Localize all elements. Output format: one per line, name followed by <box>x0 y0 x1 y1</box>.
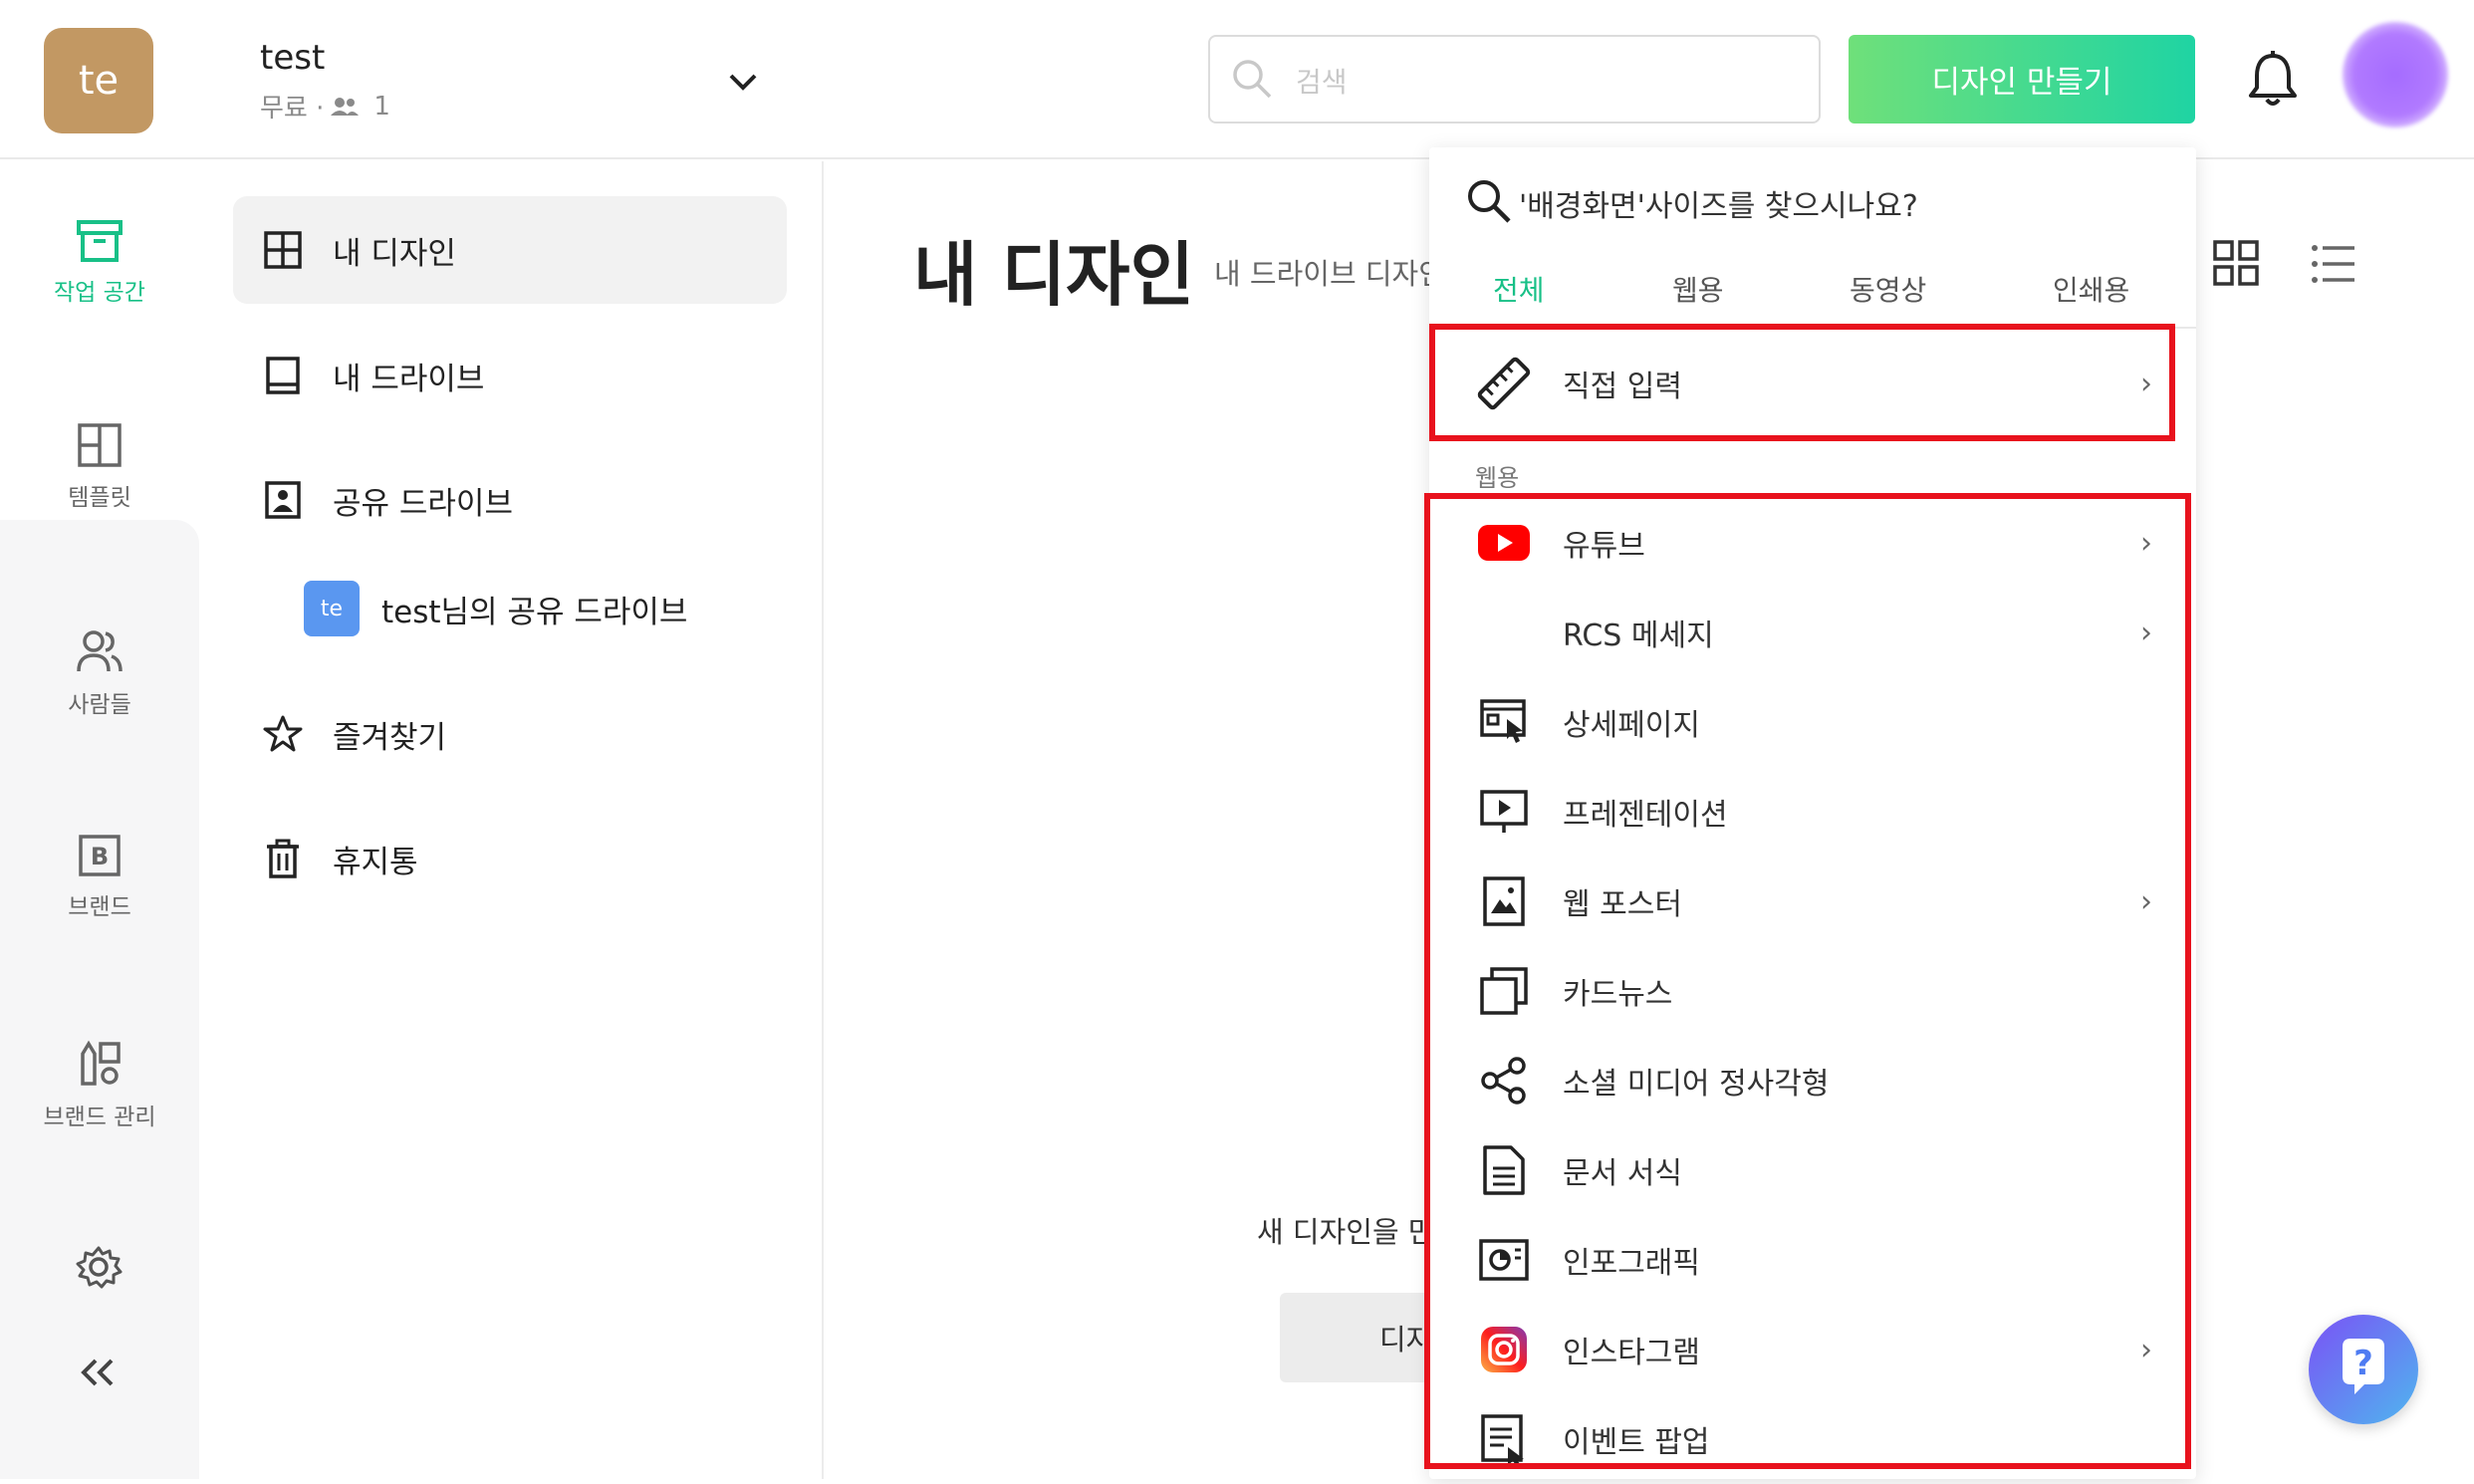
shared-drive-icon <box>265 481 301 519</box>
rail-label: 브랜드 <box>68 894 131 920</box>
help-chat-button[interactable]: ? <box>2309 1315 2418 1424</box>
list-view-icon[interactable] <box>2311 243 2356 285</box>
sidebar-divider <box>822 161 824 1479</box>
section-label-web: 웹용 <box>1475 464 1520 492</box>
highlight-box-web-list <box>1424 493 2191 1469</box>
rail-item-brand[interactable]: B 브랜드 <box>0 834 199 921</box>
tab-video[interactable]: 동영상 <box>1850 269 1926 309</box>
nav-item-my-designs[interactable]: 내 디자인 <box>233 196 787 304</box>
star-icon <box>263 715 303 752</box>
search-input[interactable]: 검색 <box>1208 35 1821 124</box>
rail-label: 브랜드 관리 <box>43 1105 156 1130</box>
dropdown-search[interactable]: '배경화면'사이즈를 찾으시나요? <box>1429 147 2196 253</box>
people-icon <box>77 630 123 672</box>
help-label: ? <box>2353 1344 2373 1383</box>
left-rail: 작업 공간 템플릿 사람들 B 브랜드 브랜드 관리 <box>0 161 199 1479</box>
nav-item-my-drive[interactable]: 내 드라이브 <box>233 322 787 429</box>
brand-b-icon: B <box>79 835 121 876</box>
rail-label: 작업 공간 <box>54 280 145 306</box>
tab-web[interactable]: 웹용 <box>1672 269 1724 309</box>
rail-item-brand-manage[interactable]: 브랜드 관리 <box>0 1040 199 1131</box>
svg-text:B: B <box>91 843 109 870</box>
trash-icon <box>267 839 299 878</box>
brand-manage-icon <box>81 1040 121 1086</box>
tab-all[interactable]: 전체 <box>1493 269 1545 309</box>
rail-item-workspace[interactable]: 작업 공간 <box>0 219 199 307</box>
nav-label: 내 드라이브 <box>333 361 485 397</box>
search-placeholder: 검색 <box>1296 66 1348 99</box>
grid-view-icon[interactable] <box>2212 239 2260 287</box>
rail-item-people[interactable]: 사람들 <box>0 627 199 719</box>
user-avatar[interactable] <box>2343 22 2448 127</box>
team-avatar[interactable]: te <box>44 28 153 133</box>
tab-print[interactable]: 인쇄용 <box>2053 269 2129 309</box>
collapse-icon[interactable] <box>78 1357 118 1388</box>
chevron-down-icon[interactable] <box>723 62 763 102</box>
team-meta: 무료 · 1 <box>260 88 390 124</box>
shared-drive-avatar: te <box>304 581 360 636</box>
highlight-box-custom <box>1429 324 2175 441</box>
search-icon <box>1468 180 1511 223</box>
search-icon <box>1233 60 1272 99</box>
layout-icon <box>264 231 302 269</box>
nav-item-test-shared-drive[interactable]: te test님의 공유 드라이브 <box>304 581 687 636</box>
page-title: 내 디자인 <box>913 234 1194 316</box>
members-icon <box>331 97 360 116</box>
nav-label: 즐겨찾기 <box>333 719 447 756</box>
nav-label: 휴지통 <box>333 844 418 880</box>
rail-label: 사람들 <box>68 692 131 718</box>
nav-item-trash[interactable]: 휴지통 <box>233 805 787 912</box>
create-design-button[interactable]: 디자인 만들기 <box>1849 35 2195 124</box>
nav-label: 공유 드라이브 <box>333 485 513 522</box>
team-member-count: 1 <box>373 91 390 122</box>
nav-item-favorites[interactable]: 즐겨찾기 <box>233 680 787 788</box>
rail-label: 템플릿 <box>68 485 131 511</box>
nav-label: 내 디자인 <box>333 235 456 272</box>
help-icon: ? <box>2343 1339 2384 1394</box>
page-subtitle: 내 드라이브 디자인 <box>1214 257 1433 291</box>
team-name[interactable]: test <box>260 38 325 78</box>
team-plan: 무료 · <box>260 94 325 124</box>
layout-icon <box>78 423 122 467</box>
settings-icon[interactable] <box>74 1245 124 1289</box>
rail-item-templates[interactable]: 템플릿 <box>0 422 199 512</box>
empty-state-text: 새 디자인을 만 <box>1257 1215 1435 1249</box>
dropdown-search-hint: '배경화면'사이즈를 찾으시나요? <box>1519 189 1918 224</box>
drive-icon <box>266 357 300 394</box>
nav-item-shared-drive[interactable]: 공유 드라이브 <box>233 446 787 554</box>
archive-icon <box>77 220 123 262</box>
nav-label: test님의 공유 드라이브 <box>381 594 688 630</box>
bell-icon[interactable] <box>2245 50 2301 110</box>
top-header: te test 무료 · 1 검색 디자인 만들기 <box>0 0 2474 159</box>
dropdown-tabs: 전체 웹용 동영상 인쇄용 <box>1429 257 2196 329</box>
